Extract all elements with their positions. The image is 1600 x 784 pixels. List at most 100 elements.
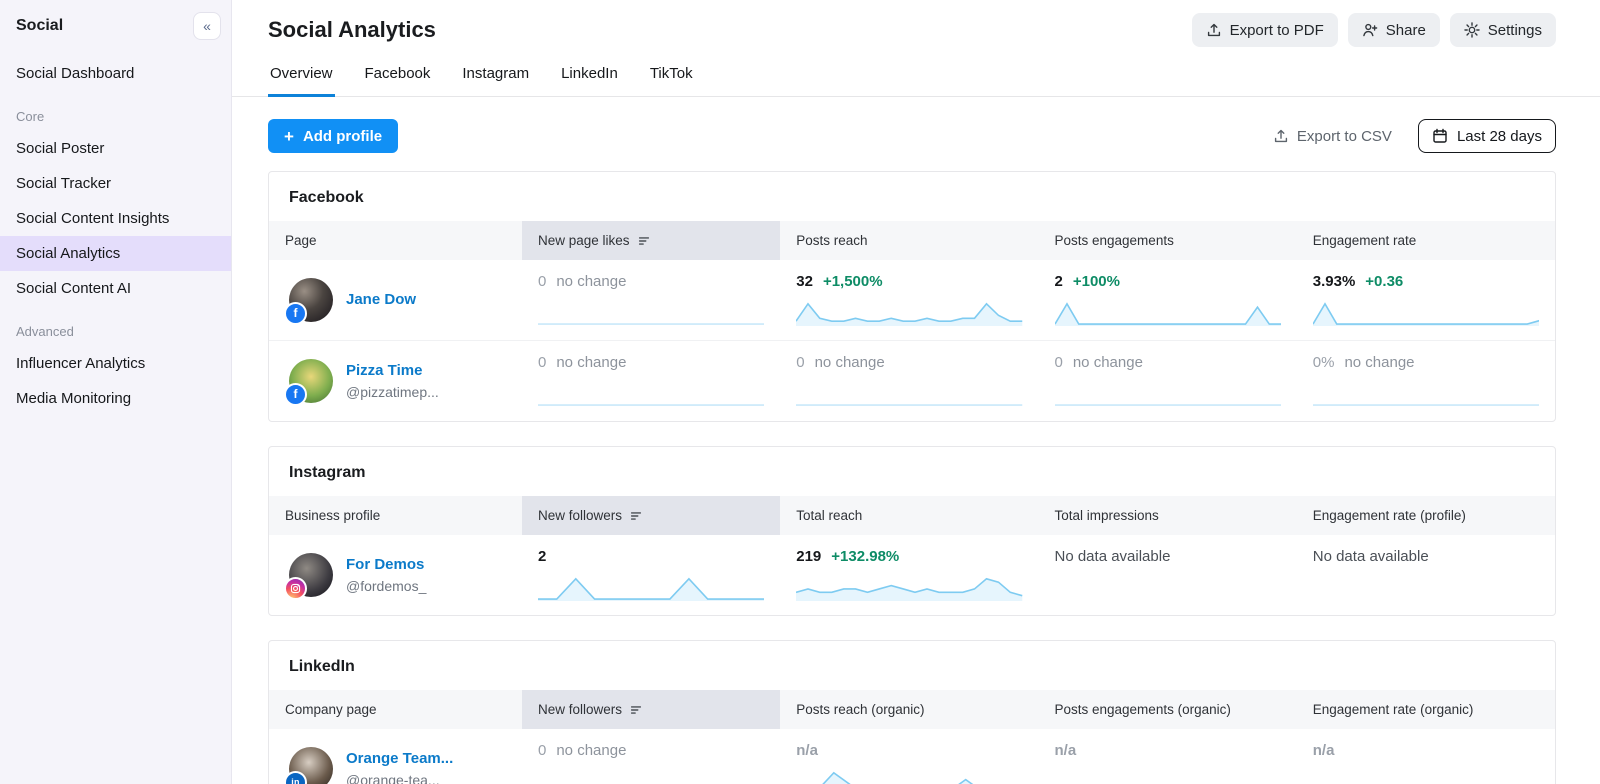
- sidebar-item-social-tracker[interactable]: Social Tracker: [0, 166, 231, 201]
- table-row: For Demos@fordemos_2219+132.98%No data a…: [269, 535, 1555, 615]
- sidebar-nav: Social DashboardCoreSocial PosterSocial …: [0, 56, 231, 416]
- header-action-export-to-pdf[interactable]: Export to PDF: [1192, 13, 1338, 47]
- column-header-engagement-rate-profile[interactable]: Engagement rate (profile): [1297, 496, 1555, 535]
- profile-name-link[interactable]: Orange Team...: [346, 749, 453, 769]
- metric-value: n/a: [1055, 742, 1077, 759]
- tab-linkedin[interactable]: LinkedIn: [559, 56, 620, 97]
- sidebar-item-social-analytics[interactable]: Social Analytics: [0, 236, 231, 271]
- table-header-row: Business profileNew followers Total reach…: [269, 496, 1555, 535]
- header-action-share[interactable]: Share: [1348, 13, 1440, 47]
- metric-cell: 0no change: [522, 260, 780, 340]
- column-header-new-followers[interactable]: New followers: [522, 496, 780, 535]
- sparkline-chart: [538, 299, 764, 326]
- sidebar-item-social-dashboard[interactable]: Social Dashboard: [0, 56, 231, 91]
- metric-value: 2: [538, 548, 546, 565]
- tab-overview[interactable]: Overview: [268, 56, 335, 97]
- toolbar-right: Export to CSV Last 28 days: [1267, 119, 1556, 153]
- column-header-posts-engagements[interactable]: Posts engagements: [1039, 221, 1297, 260]
- metric-change: no change: [1073, 354, 1143, 371]
- sidebar-item-social-poster[interactable]: Social Poster: [0, 131, 231, 166]
- sidebar-section-label-core: Core: [0, 91, 231, 131]
- table-header-row: Page New page likes Posts reach Posts engag…: [269, 221, 1555, 260]
- column-header-business-profile: Business profile: [269, 496, 522, 535]
- date-range-button[interactable]: Last 28 days: [1418, 119, 1556, 153]
- metric-value: 2: [1055, 273, 1063, 290]
- sparkline-chart: [1055, 299, 1281, 326]
- export-csv-button[interactable]: Export to CSV: [1267, 127, 1398, 146]
- profile-cell: f Jane Dow: [269, 260, 522, 340]
- header-action-label: Export to PDF: [1230, 22, 1324, 39]
- collapse-icon: «: [203, 18, 211, 34]
- metric-cell: n/a: [1297, 729, 1555, 784]
- sidebar: Social « Social DashboardCoreSocial Post…: [0, 0, 232, 784]
- column-header-label: New followers: [538, 702, 622, 717]
- header-actions: Export to PDF Share Settings: [1192, 13, 1556, 47]
- metric-value: 0: [538, 742, 546, 759]
- sparkline-chart: [538, 380, 764, 407]
- sort-icon: [629, 703, 643, 717]
- profile-name-link[interactable]: Pizza Time: [346, 361, 439, 381]
- sidebar-collapse-button[interactable]: «: [193, 12, 221, 40]
- profile-handle: @pizzatimep...: [346, 384, 439, 400]
- facebook-badge-icon: f: [284, 302, 307, 325]
- sparkline-chart: [796, 574, 1022, 601]
- column-header-new-page-likes[interactable]: New page likes: [522, 221, 780, 260]
- metric-cell: 3.93% +0.36: [1297, 260, 1555, 340]
- metric-cell: 0no change: [522, 341, 780, 421]
- profile-name-link[interactable]: Jane Dow: [346, 290, 416, 310]
- sidebar-section-label-advanced: Advanced: [0, 306, 231, 346]
- column-header-engagement-rate-organic[interactable]: Engagement rate (organic): [1297, 690, 1555, 729]
- share-icon: [1362, 22, 1378, 38]
- column-header-posts-reach-organic[interactable]: Posts reach (organic): [780, 690, 1038, 729]
- column-header-label: Engagement rate: [1313, 233, 1417, 248]
- main-area: Social Analytics Export to PDF Share Setti…: [232, 0, 1600, 784]
- sparkline-chart: [796, 380, 1022, 407]
- export-csv-label: Export to CSV: [1297, 128, 1392, 145]
- column-header-label: Company page: [285, 702, 377, 717]
- metric-cell: 32+1,500%: [780, 260, 1038, 340]
- page-title: Social Analytics: [268, 17, 436, 43]
- card-instagram: InstagramBusiness profileNew followersTo…: [268, 446, 1556, 616]
- sidebar-item-social-content-ai[interactable]: Social Content AI: [0, 271, 231, 306]
- table-header-row: Company page New followers Posts reach (or…: [269, 690, 1555, 729]
- sparkline-chart: [1055, 768, 1281, 784]
- column-header-engagement-rate[interactable]: Engagement rate: [1297, 221, 1555, 260]
- metric-cell: 219+132.98%: [780, 535, 1038, 615]
- header-action-settings[interactable]: Settings: [1450, 13, 1556, 47]
- sparkline-chart: [1313, 299, 1539, 326]
- metric-change: +0.36: [1365, 273, 1403, 290]
- sidebar-header: Social «: [0, 12, 231, 40]
- sparkline-chart: [796, 768, 1022, 784]
- facebook-badge-icon: f: [284, 383, 307, 406]
- profile-cell: f Pizza Time @pizzatimep...: [269, 341, 522, 421]
- export-icon: [1273, 128, 1289, 144]
- column-header-label: Total reach: [796, 508, 862, 523]
- column-header-posts-engagements-organic[interactable]: Posts engagements (organic): [1039, 690, 1297, 729]
- tab-facebook[interactable]: Facebook: [363, 56, 433, 97]
- column-header-total-impressions[interactable]: Total impressions: [1039, 496, 1297, 535]
- sidebar-item-social-content-insights[interactable]: Social Content Insights: [0, 201, 231, 236]
- sidebar-item-influencer-analytics[interactable]: Influencer Analytics: [0, 346, 231, 381]
- profile-name-link[interactable]: For Demos: [346, 555, 426, 575]
- column-header-label: Posts reach: [796, 233, 867, 248]
- column-header-page: Page: [269, 221, 522, 260]
- sparkline-chart: [538, 768, 764, 784]
- column-header-label: New page likes: [538, 233, 630, 248]
- metric-value: 3.93%: [1313, 273, 1356, 290]
- tab-tiktok[interactable]: TikTok: [648, 56, 695, 97]
- add-profile-button[interactable]: + Add profile: [268, 119, 398, 153]
- metric-value: 32: [796, 273, 813, 290]
- column-header-posts-reach[interactable]: Posts reach: [780, 221, 1038, 260]
- column-header-total-reach[interactable]: Total reach: [780, 496, 1038, 535]
- sidebar-item-media-monitoring[interactable]: Media Monitoring: [0, 381, 231, 416]
- tab-instagram[interactable]: Instagram: [460, 56, 531, 97]
- metric-cell: No data available: [1297, 535, 1555, 615]
- metric-cell: 0%no change: [1297, 341, 1555, 421]
- profile-text: Orange Team...@orange-tea...: [346, 749, 453, 784]
- profile-text: Jane Dow: [346, 290, 416, 310]
- sparkline-chart: [796, 299, 1022, 326]
- gear-icon: [1464, 22, 1480, 38]
- column-header-new-followers[interactable]: New followers: [522, 690, 780, 729]
- metric-value: No data available: [1313, 548, 1429, 565]
- sort-icon: [637, 234, 651, 248]
